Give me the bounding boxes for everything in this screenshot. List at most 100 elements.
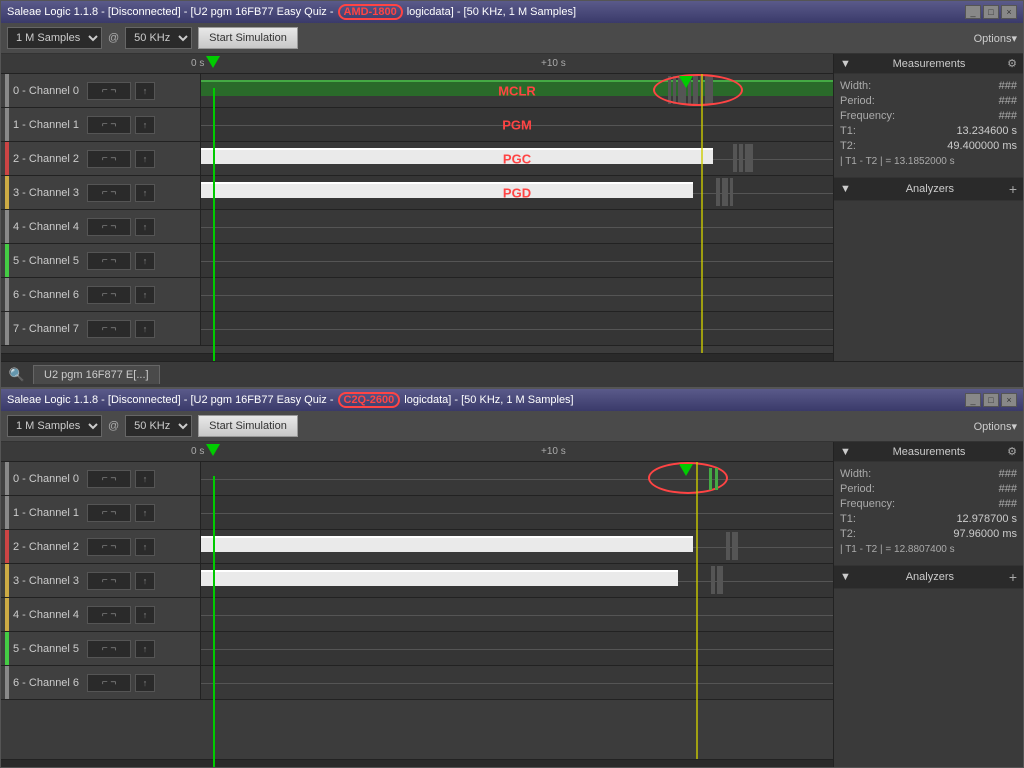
options-button-1[interactable]: Options▾ bbox=[974, 32, 1017, 45]
ch-widget-5-2: ⌐ ¬ bbox=[87, 640, 131, 658]
add-analyzer-button-1[interactable]: + bbox=[1009, 181, 1017, 197]
channel-label-2-1: 2 - Channel 2 ⌐ ¬ ↑ bbox=[1, 142, 201, 175]
pulse-1-1 bbox=[673, 76, 676, 104]
start-marker-arrow-1 bbox=[206, 56, 220, 68]
pulse-3-2-1 bbox=[711, 566, 715, 594]
scrollbar-h-1[interactable] bbox=[1, 353, 833, 361]
analyzers-title-2: Analyzers bbox=[906, 571, 954, 583]
toolbar-1: 1 M Samples @ 50 KHz Start Simulation Op… bbox=[1, 23, 1023, 54]
signal-line-4-1 bbox=[201, 227, 833, 228]
meas-label-t2-1: T2: bbox=[840, 140, 856, 152]
window1-highlight: AMD-1800 bbox=[338, 4, 403, 20]
ch-trigger-5-1: ↑ bbox=[135, 252, 155, 270]
pgc-pulse-3 bbox=[745, 144, 753, 172]
meas-row-freq-1: Frequency: ### bbox=[840, 110, 1017, 122]
channel-label-1-2: 1 - Channel 1 ⌐ ¬ ↑ bbox=[1, 496, 201, 529]
minimize-button-1[interactable]: _ bbox=[965, 5, 981, 19]
pulse-6-1 bbox=[705, 76, 713, 104]
measurements-panel-2: ▼ Measurements ⚙ Width: ### Period: ### … bbox=[833, 442, 1023, 767]
ch-name-5-2: 5 - Channel 5 bbox=[13, 643, 79, 655]
meas-row-t2-2: T2: 97.96000 ms bbox=[840, 528, 1017, 540]
ch-name-1-2: 1 - Channel 1 bbox=[13, 507, 79, 519]
channels-area-1: 0 s +10 s +20 s 0 - Channel 0 bbox=[1, 54, 833, 361]
ch-name-4-1: 4 - Channel 4 bbox=[13, 221, 79, 233]
signal-high-2-2 bbox=[201, 536, 693, 552]
channel-data-1-2 bbox=[201, 496, 833, 529]
pulse-2-2-1 bbox=[726, 532, 730, 560]
scrollbar-h-2[interactable] bbox=[1, 759, 833, 767]
ch-widget-2-1: ⌐ ¬ bbox=[87, 150, 131, 168]
add-analyzer-button-2[interactable]: + bbox=[1009, 569, 1017, 585]
measurements-arrow-2: ▼ bbox=[840, 446, 851, 458]
signal-line-4-2 bbox=[201, 615, 833, 616]
options-button-2[interactable]: Options▾ bbox=[974, 420, 1017, 433]
ch-trigger-0-1: ↑ bbox=[135, 82, 155, 100]
maximize-button-2[interactable]: □ bbox=[983, 393, 999, 407]
ch-color-0-1 bbox=[5, 74, 9, 107]
ch-widget-1-2: ⌐ ¬ bbox=[87, 504, 131, 522]
search-button-1[interactable]: 🔍 bbox=[7, 365, 27, 385]
meas-value-width-2: ### bbox=[999, 468, 1017, 480]
meas-value-freq-2: ### bbox=[999, 498, 1017, 510]
title-bar-buttons-1: _ □ × bbox=[965, 5, 1017, 19]
small-pulses-0-2 bbox=[709, 468, 718, 490]
sp-2 bbox=[715, 468, 718, 490]
pulse-4-1 bbox=[693, 76, 698, 104]
measurements-gear-icon-2[interactable]: ⚙ bbox=[1007, 445, 1017, 458]
signal-line-6-1 bbox=[201, 295, 833, 296]
measurements-header-2: ▼ Measurements ⚙ bbox=[834, 442, 1023, 462]
channel-label-1-1: 1 - Channel 1 ⌐ ¬ ↑ bbox=[1, 108, 201, 141]
signal-label-0-1: MCLR bbox=[498, 83, 536, 98]
meas-row-period-2: Period: ### bbox=[840, 483, 1017, 495]
ch-trigger-3-2: ↑ bbox=[135, 572, 155, 590]
meas-label-freq-2: Frequency: bbox=[840, 498, 895, 510]
play-marker-1 bbox=[679, 76, 693, 88]
pgd-pulse-1 bbox=[716, 178, 720, 206]
freq-select-2[interactable]: 50 KHz bbox=[125, 415, 192, 437]
channel-data-2-1: PGC bbox=[201, 142, 833, 175]
ch-widget-3-2: ⌐ ¬ bbox=[87, 572, 131, 590]
close-button-2[interactable]: × bbox=[1001, 393, 1017, 407]
ch-widget-7-1: ⌐ ¬ bbox=[87, 320, 131, 338]
title-bar-buttons-2: _ □ × bbox=[965, 393, 1017, 407]
channel-label-2-2: 2 - Channel 2 ⌐ ¬ ↑ bbox=[1, 530, 201, 563]
title-bar-left-2: Saleae Logic 1.1.8 - [Disconnected] - [U… bbox=[7, 392, 574, 408]
sp-1 bbox=[709, 468, 712, 490]
ch-color-5-1 bbox=[5, 244, 9, 277]
meas-value-period-1: ### bbox=[999, 95, 1017, 107]
ch-name-2-1: 2 - Channel 2 bbox=[13, 153, 79, 165]
pulse-group-2-1 bbox=[733, 144, 753, 172]
channel-data-6-2 bbox=[201, 666, 833, 699]
channel-data-5-2 bbox=[201, 632, 833, 665]
channel-row-3-1: 3 - Channel 3 ⌐ ¬ ↑ PGD bbox=[1, 176, 833, 210]
ch-trigger-0-2: ↑ bbox=[135, 470, 155, 488]
samples-select-1[interactable]: 1 M Samples bbox=[7, 27, 102, 49]
timeline-t10-1: +10 s bbox=[541, 58, 566, 69]
ch-trigger-6-1: ↑ bbox=[135, 286, 155, 304]
pulse-2-2-2 bbox=[732, 532, 738, 560]
start-simulation-button-2[interactable]: Start Simulation bbox=[198, 415, 298, 437]
minimize-button-2[interactable]: _ bbox=[965, 393, 981, 407]
timeline-1: 0 s +10 s +20 s bbox=[1, 54, 833, 74]
meas-label-width-1: Width: bbox=[840, 80, 871, 92]
ch-color-5-2 bbox=[5, 632, 9, 665]
meas-row-t1-2: T1: 12.978700 s bbox=[840, 513, 1017, 525]
pulse-0-1 bbox=[668, 76, 671, 104]
ch-widget-4-1: ⌐ ¬ bbox=[87, 218, 131, 236]
meas-value-freq-1: ### bbox=[999, 110, 1017, 122]
samples-select-2[interactable]: 1 M Samples bbox=[7, 415, 102, 437]
ch-widget-2-2: ⌐ ¬ bbox=[87, 538, 131, 556]
close-button-1[interactable]: × bbox=[1001, 5, 1017, 19]
tab-label-1[interactable]: U2 pgm 16F877 E[...] bbox=[33, 365, 160, 384]
channel-label-0-1: 0 - Channel 0 ⌐ ¬ ↑ bbox=[1, 74, 201, 107]
ch-color-4-2 bbox=[5, 598, 9, 631]
start-simulation-button-1[interactable]: Start Simulation bbox=[198, 27, 298, 49]
meas-value-t1-2: 12.978700 s bbox=[956, 513, 1017, 525]
measurements-gear-icon-1[interactable]: ⚙ bbox=[1007, 57, 1017, 70]
maximize-button-1[interactable]: □ bbox=[983, 5, 999, 19]
channels-area-2: 0 s +10 s +20 s 0 - Channel 0 ⌐ ¬ ↑ bbox=[1, 442, 833, 767]
freq-select-1[interactable]: 50 KHz bbox=[125, 27, 192, 49]
channel-label-4-2: 4 - Channel 4 ⌐ ¬ ↑ bbox=[1, 598, 201, 631]
ch-name-6-1: 6 - Channel 6 bbox=[13, 289, 79, 301]
ch-color-1-1 bbox=[5, 108, 9, 141]
